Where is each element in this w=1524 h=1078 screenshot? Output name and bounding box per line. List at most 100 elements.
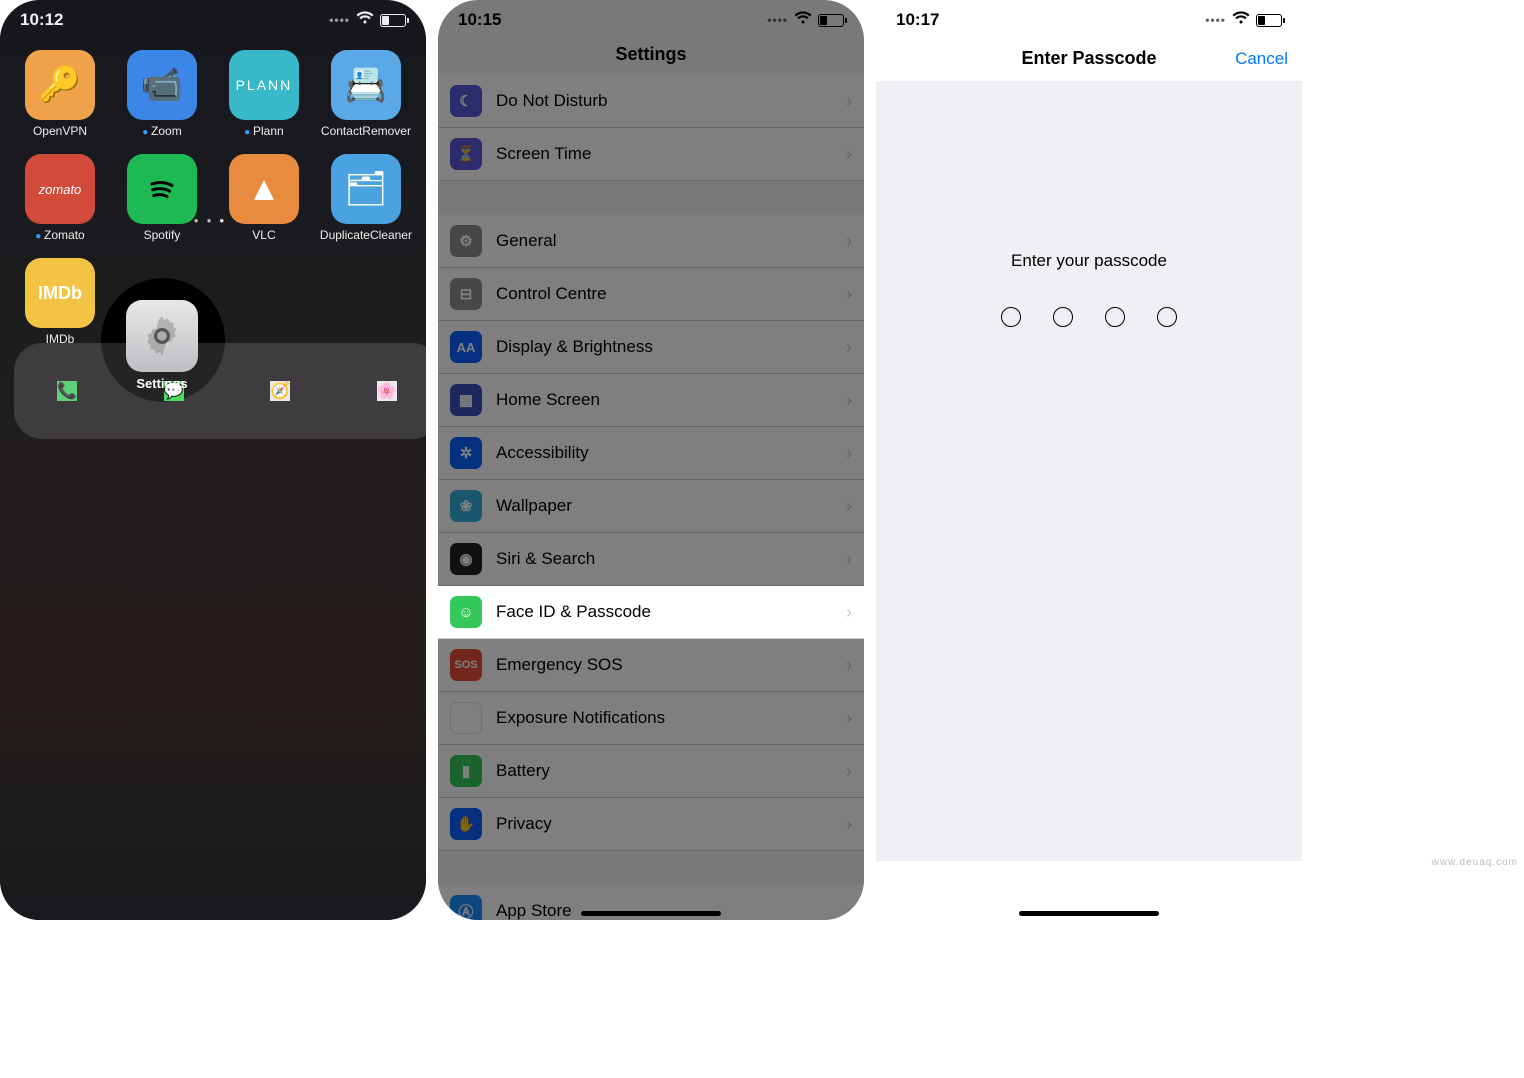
openvpn-icon: 🔑 <box>25 50 95 120</box>
status-time: 10:15 <box>458 10 501 30</box>
chevron-right-icon: › <box>846 390 852 411</box>
status-time: 10:12 <box>20 10 63 30</box>
status-bar: 10:15 •••• <box>438 0 864 36</box>
app-duplicatecleaner[interactable]: 🗂DuplicateCleaner <box>320 154 412 242</box>
row-general[interactable]: ⚙General› <box>438 215 864 268</box>
wallpaper-icon: ❀ <box>450 490 482 522</box>
row-do-not-disturb[interactable]: ☾Do Not Disturb› <box>438 75 864 128</box>
dock-photos[interactable]: 🌸 <box>377 381 397 401</box>
app-grid: 🔑OpenVPN 📹Zoom PLANNPlann 📇ContactRemove… <box>0 36 426 346</box>
chevron-right-icon: › <box>846 602 852 623</box>
row-home-screen[interactable]: ▦Home Screen› <box>438 374 864 427</box>
zoom-icon: 📹 <box>127 50 197 120</box>
zomato-icon: zomato <box>25 154 95 224</box>
row-face-id-passcode[interactable]: ☺Face ID & Passcode› <box>438 586 864 639</box>
chevron-right-icon: › <box>846 231 852 252</box>
home-indicator[interactable] <box>581 911 721 916</box>
home-indicator[interactable] <box>1019 911 1159 916</box>
faceid-icon: ☺ <box>450 596 482 628</box>
watermark: www.deuaq.com <box>1432 857 1518 868</box>
app-settings-highlighted[interactable]: Settings <box>126 300 198 391</box>
settings-list-panel: 10:15 •••• Settings ☾Do Not Disturb› ⏳Sc… <box>438 0 864 920</box>
wifi-icon <box>1232 10 1250 30</box>
status-bar: 10:17 •••• <box>876 0 1302 36</box>
app-imdb[interactable]: IMDbIMDb <box>14 258 106 346</box>
plann-icon: PLANN <box>229 50 299 120</box>
dock: 📞 💬 🧭 🌸 <box>14 343 426 439</box>
chevron-right-icon: › <box>846 761 852 782</box>
cellular-dots-icon: •••• <box>329 13 350 27</box>
passcode-dot <box>1001 307 1021 327</box>
chevron-right-icon: › <box>846 901 852 921</box>
moon-icon: ☾ <box>450 85 482 117</box>
chevron-right-icon: › <box>846 496 852 517</box>
chevron-right-icon: › <box>846 443 852 464</box>
gear-icon: ⚙ <box>450 225 482 257</box>
nav-title: Settings <box>438 36 864 75</box>
switches-icon: ⊟ <box>450 278 482 310</box>
row-emergency-sos[interactable]: SOSEmergency SOS› <box>438 639 864 692</box>
chevron-right-icon: › <box>846 549 852 570</box>
passcode-dot <box>1053 307 1073 327</box>
chevron-right-icon: › <box>846 655 852 676</box>
row-accessibility[interactable]: ✲Accessibility› <box>438 427 864 480</box>
app-zomato[interactable]: zomatoZomato <box>14 154 106 242</box>
status-bar: 10:12 •••• <box>0 0 426 36</box>
row-display-brightness[interactable]: AADisplay & Brightness› <box>438 321 864 374</box>
chevron-right-icon: › <box>846 814 852 835</box>
home-screen-panel: 10:12 •••• 🔑OpenVPN 📹Zoom PLANNPlann 📇Co… <box>0 0 426 920</box>
app-openvpn[interactable]: 🔑OpenVPN <box>14 50 106 138</box>
page-indicator[interactable]: ●●● <box>0 216 426 225</box>
row-privacy[interactable]: ✋Privacy› <box>438 798 864 851</box>
hourglass-icon: ⏳ <box>450 138 482 170</box>
row-control-centre[interactable]: ⊟Control Centre› <box>438 268 864 321</box>
passcode-dot <box>1157 307 1177 327</box>
grid-icon: ▦ <box>450 384 482 416</box>
passcode-header: Enter Passcode Cancel <box>876 36 1302 81</box>
passcode-dots <box>876 307 1302 327</box>
aa-icon: AA <box>450 331 482 363</box>
settings-list[interactable]: ☾Do Not Disturb› ⏳Screen Time› ⚙General›… <box>438 75 864 920</box>
vlc-icon: ▲ <box>229 154 299 224</box>
passcode-title: Enter Passcode <box>1021 48 1156 69</box>
chevron-right-icon: › <box>846 144 852 165</box>
chevron-right-icon: › <box>846 708 852 729</box>
chevron-right-icon: › <box>846 284 852 305</box>
hand-icon: ✋ <box>450 808 482 840</box>
app-spotify[interactable]: Spotify <box>116 154 208 242</box>
cancel-button[interactable]: Cancel <box>1235 49 1288 69</box>
battery-row-icon: ▮ <box>450 755 482 787</box>
passcode-panel: 10:17 •••• Enter Passcode Cancel Enter y… <box>876 0 1302 920</box>
wifi-icon <box>794 10 812 30</box>
row-exposure-notifications[interactable]: ✺Exposure Notifications› <box>438 692 864 745</box>
app-zoom[interactable]: 📹Zoom <box>116 50 208 138</box>
battery-icon <box>818 14 844 27</box>
accessibility-icon: ✲ <box>450 437 482 469</box>
row-battery[interactable]: ▮Battery› <box>438 745 864 798</box>
cellular-dots-icon: •••• <box>767 13 788 27</box>
exposure-icon: ✺ <box>450 702 482 734</box>
app-plann[interactable]: PLANNPlann <box>218 50 310 138</box>
settings-label: Settings <box>136 376 187 391</box>
battery-icon <box>380 14 406 27</box>
sos-icon: SOS <box>450 649 482 681</box>
wifi-icon <box>356 10 374 30</box>
status-time: 10:17 <box>896 10 939 30</box>
row-wallpaper[interactable]: ❀Wallpaper› <box>438 480 864 533</box>
duplicatecleaner-icon: 🗂 <box>331 154 401 224</box>
cellular-dots-icon: •••• <box>1205 13 1226 27</box>
contactremover-icon: 📇 <box>331 50 401 120</box>
row-siri-search[interactable]: ◉Siri & Search› <box>438 533 864 586</box>
appstore-icon: Ⓐ <box>450 895 482 920</box>
dock-phone[interactable]: 📞 <box>57 381 77 401</box>
row-screen-time[interactable]: ⏳Screen Time› <box>438 128 864 181</box>
battery-icon <box>1256 14 1282 27</box>
dock-safari[interactable]: 🧭 <box>270 381 290 401</box>
spotify-icon <box>127 154 197 224</box>
app-contactremover[interactable]: 📇ContactRemover <box>320 50 412 138</box>
imdb-icon: IMDb <box>25 258 95 328</box>
app-vlc[interactable]: ▲VLC <box>218 154 310 242</box>
settings-icon <box>126 300 198 372</box>
chevron-right-icon: › <box>846 91 852 112</box>
passcode-prompt: Enter your passcode <box>876 251 1302 271</box>
